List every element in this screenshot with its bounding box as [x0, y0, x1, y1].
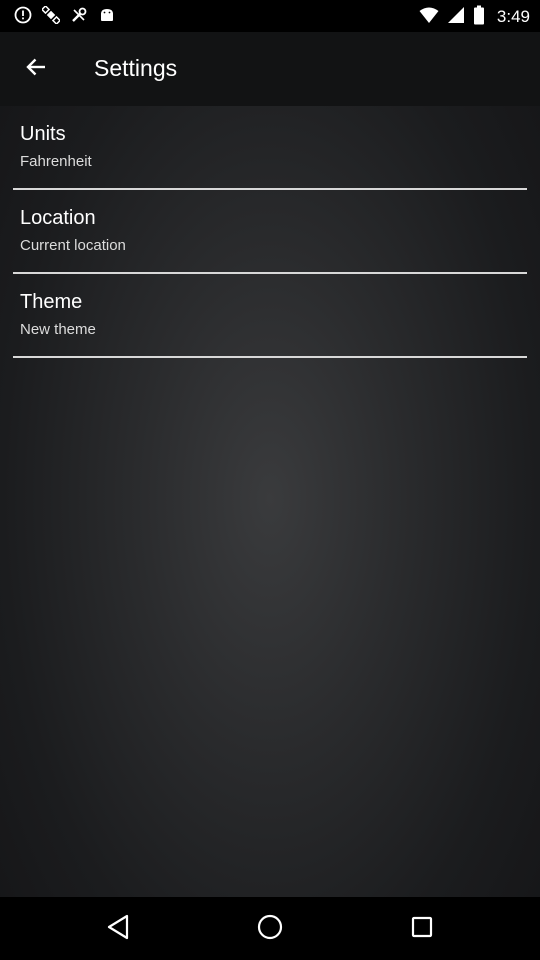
settings-list: Units Fahrenheit Location Current locati… — [0, 106, 540, 358]
settings-item-theme[interactable]: Theme New theme — [0, 274, 540, 358]
settings-item-subtitle: New theme — [20, 321, 96, 338]
divider — [13, 356, 527, 358]
back-triangle-icon — [106, 914, 130, 944]
navigation-bar — [0, 897, 540, 960]
satellite-icon — [42, 6, 60, 24]
app-bar: Settings — [0, 32, 540, 106]
settings-item-location[interactable]: Location Current location — [0, 190, 540, 274]
home-circle-icon — [257, 914, 283, 944]
status-icons-left — [14, 6, 116, 24]
nav-home-button[interactable] — [250, 909, 290, 949]
settings-item-title: Units — [20, 123, 66, 145]
recents-square-icon — [411, 916, 433, 942]
status-time: 3:49 — [496, 7, 530, 26]
settings-item-subtitle: Fahrenheit — [20, 153, 92, 170]
alert-circle-icon — [14, 6, 32, 24]
wifi-icon — [419, 6, 439, 28]
settings-item-subtitle: Current location — [20, 237, 126, 254]
battery-icon — [473, 5, 485, 29]
arrow-back-icon — [25, 56, 47, 82]
settings-item-title: Theme — [20, 291, 83, 313]
settings-item-title: Location — [20, 207, 96, 229]
signal-icon — [447, 6, 465, 28]
android-icon — [98, 6, 116, 24]
nav-back-button[interactable] — [98, 909, 138, 949]
page-title: Settings — [94, 55, 178, 81]
tools-icon — [70, 6, 88, 24]
back-button[interactable] — [12, 45, 60, 93]
settings-item-units[interactable]: Units Fahrenheit — [0, 106, 540, 190]
status-bar: 3:49 — [0, 0, 540, 32]
screen: 3:49 Settings Units Fahrenheit Location … — [0, 0, 540, 960]
nav-recents-button[interactable] — [402, 909, 442, 949]
status-icons-right: 3:49 — [419, 5, 530, 29]
